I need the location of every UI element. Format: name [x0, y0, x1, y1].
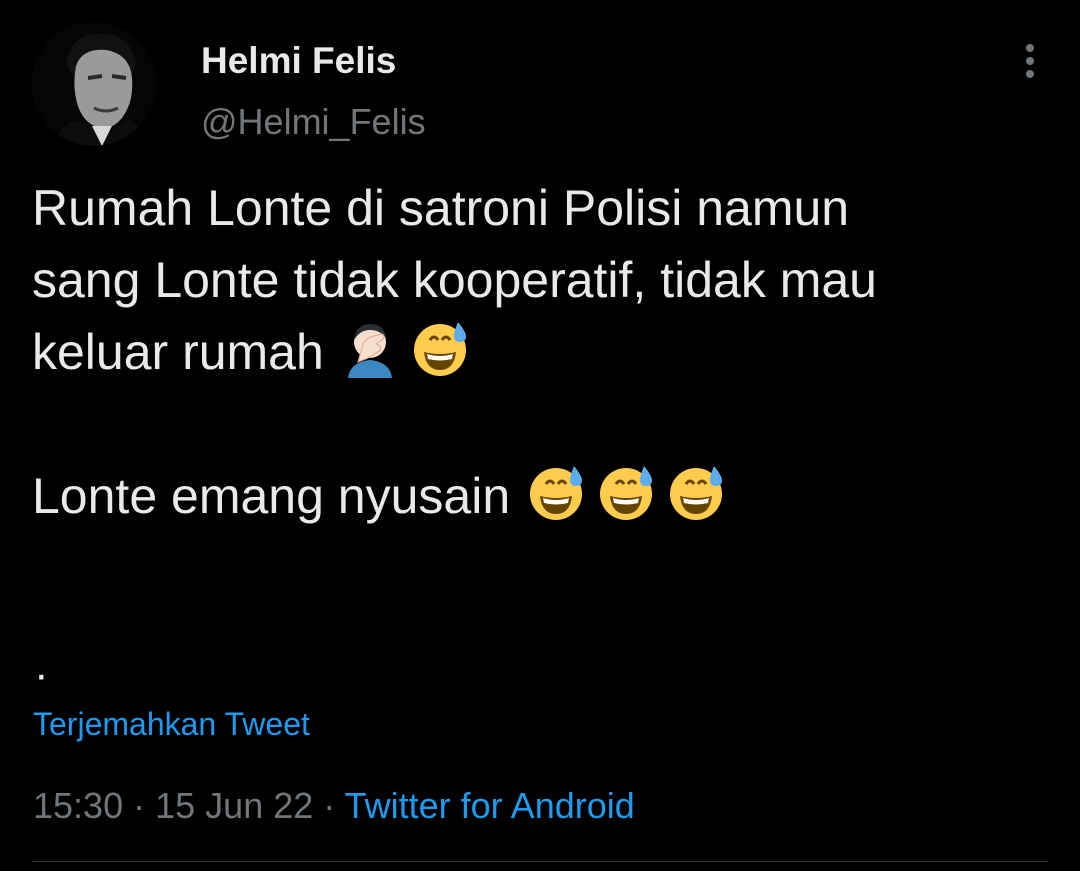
avatar[interactable]	[32, 22, 156, 146]
tweet-metadata: 15:30 · 15 Jun 22 · Twitter for Android	[33, 785, 635, 827]
more-options-button[interactable]	[1012, 40, 1048, 84]
grinning-sweat-emoji	[596, 462, 656, 522]
meta-separator: ·	[323, 785, 336, 826]
translate-tweet-link[interactable]: Terjemahkan Tweet	[33, 706, 310, 743]
divider	[32, 861, 1048, 862]
grinning-sweat-emoji	[666, 462, 726, 522]
tweet-date[interactable]: 15 Jun 22	[155, 785, 313, 826]
author-handle[interactable]: @Helmi_Felis	[201, 101, 426, 143]
tweet-text-dot: ·	[34, 650, 49, 699]
grinning-sweat-emoji	[526, 462, 586, 522]
avatar-photo	[32, 22, 156, 146]
tweet-text-segment: keluar rumah	[32, 324, 324, 380]
tweet-text-line: sang Lonte tidak kooperatif, tidak mau	[32, 252, 877, 308]
meta-separator: ·	[133, 785, 146, 826]
tweet-text-line: Lonte emang nyusain	[32, 460, 1052, 532]
tweet-text-gap	[32, 388, 1052, 460]
more-vertical-icon	[1026, 44, 1034, 78]
tweet-text-line: keluar rumah	[32, 316, 1052, 388]
tweet-text: Rumah Lonte di satroni Polisi namun sang…	[32, 172, 1052, 532]
tweet-source-link[interactable]: Twitter for Android	[345, 785, 635, 826]
tweet-time[interactable]: 15:30	[33, 785, 123, 826]
grinning-sweat-emoji	[410, 318, 470, 378]
author-display-name[interactable]: Helmi Felis	[201, 40, 396, 82]
face-palm-emoji	[340, 318, 400, 378]
tweet-text-segment: Lonte emang nyusain	[32, 468, 511, 524]
tweet-text-line: Rumah Lonte di satroni Polisi namun	[32, 180, 850, 236]
